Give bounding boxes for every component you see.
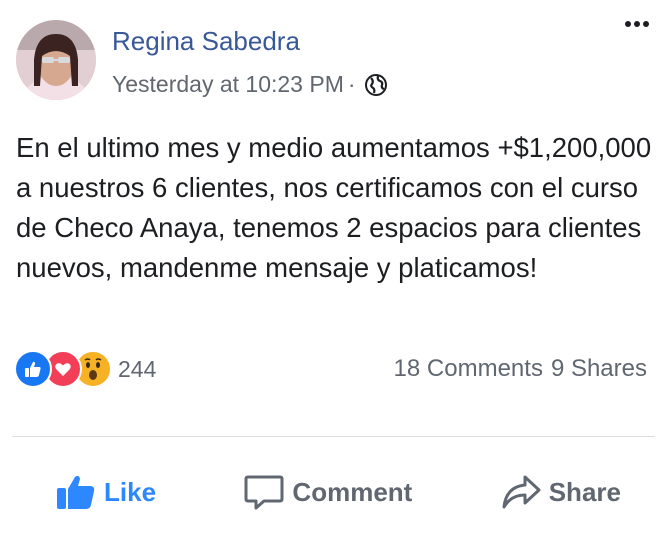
post-timestamp[interactable]: Yesterday at 10:23 PM xyxy=(112,71,344,98)
thumbs-up-icon xyxy=(57,475,95,509)
comment-button[interactable]: Comment xyxy=(244,462,412,522)
share-icon xyxy=(502,475,541,509)
post-text: En el ultimo mes y medio aumentamos +$1,… xyxy=(16,132,652,283)
comments-count[interactable]: 18 Comments xyxy=(394,355,543,383)
comment-button-label: Comment xyxy=(292,476,413,507)
post-meta: Yesterday at 10:23 PM · xyxy=(112,71,388,98)
more-dot xyxy=(634,21,640,27)
shares-count[interactable]: 9 Shares xyxy=(551,355,647,383)
post-author[interactable]: Regina Sabedra xyxy=(112,26,300,57)
reactions-summary[interactable]: 244 xyxy=(14,349,156,389)
more-options-icon[interactable] xyxy=(621,14,653,34)
avatar-photo xyxy=(16,20,96,100)
reaction-count[interactable]: 244 xyxy=(118,356,156,383)
share-button-label: Share xyxy=(548,476,621,507)
more-dot xyxy=(625,21,631,27)
post-actions: Like Comment Share xyxy=(0,462,671,522)
meta-separator: · xyxy=(347,71,356,97)
like-button-label: Like xyxy=(104,476,157,507)
like-reaction-icon xyxy=(14,350,52,388)
post-stats: 18 Comments 9 Shares xyxy=(394,355,647,383)
divider xyxy=(12,436,655,437)
globe-icon[interactable] xyxy=(364,73,388,97)
more-dot xyxy=(643,21,649,27)
comment-icon xyxy=(244,475,284,510)
share-button[interactable]: Share xyxy=(501,462,621,522)
avatar[interactable] xyxy=(16,20,96,100)
like-button[interactable]: Like xyxy=(56,462,156,522)
